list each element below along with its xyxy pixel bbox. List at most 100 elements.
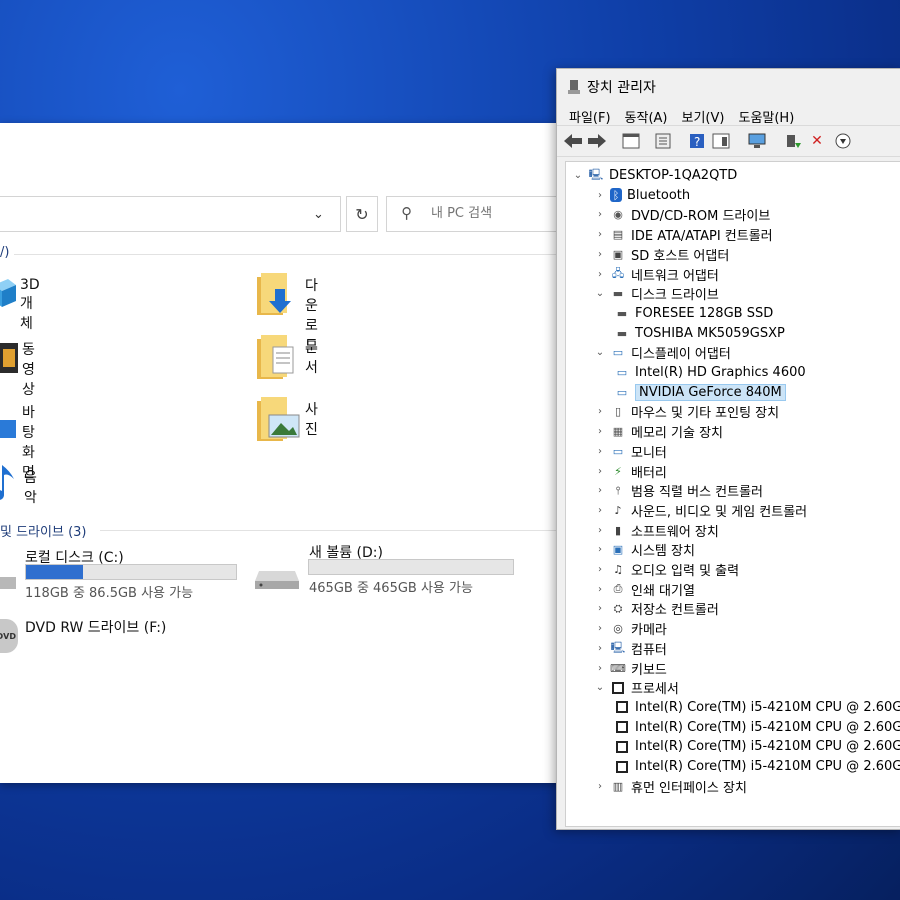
uninstall-x-icon[interactable]: ✕ <box>807 132 827 150</box>
tree-item[interactable]: › ♫ 오디오 입력 및 출력 <box>594 560 739 579</box>
device-manager-window: 장치 관리자 파일(F) 동작(A) 보기(V) 도움말(H) ? ✕ ⌄ 🖳 DE… <box>556 68 900 830</box>
tree-item[interactable]: ▬ TOSHIBA MK5059GSXP <box>614 324 785 343</box>
tree-item-label: Intel(R) Core(TM) i5-4210M CPU @ 2.60GHz <box>635 699 900 715</box>
tree-item[interactable]: › ⛭ 저장소 컨트롤러 <box>594 599 719 619</box>
tree-item[interactable]: › ⫯ 범용 직렬 버스 컨트롤러 <box>594 481 763 501</box>
refresh-button[interactable]: ↻ <box>346 196 378 232</box>
dvd-icon: ◉ <box>613 208 623 222</box>
tree-item[interactable]: ⌄ 프로세서 <box>594 678 679 697</box>
tree-item[interactable]: › ♪ 사운드, 비디오 및 게임 컨트롤러 <box>594 501 807 520</box>
tree-item[interactable]: Intel(R) Core(TM) i5-4210M CPU @ 2.60GHz <box>614 698 900 717</box>
help-icon[interactable]: ? <box>687 132 707 150</box>
battery-icon: ⚡ <box>614 464 622 478</box>
show-hide-console-tree-icon[interactable] <box>621 132 641 150</box>
collapsed-chevron-icon[interactable]: › <box>594 446 606 457</box>
collapsed-chevron-icon[interactable]: › <box>594 190 606 201</box>
tree-item[interactable]: Intel(R) Core(TM) i5-4210M CPU @ 2.60GHz <box>614 718 900 737</box>
collapsed-chevron-icon[interactable]: › <box>594 269 606 280</box>
cpu-chip-shape <box>616 760 628 773</box>
tree-item[interactable]: ⌄ ▬ 디스크 드라이브 <box>594 284 719 303</box>
back-arrow-icon[interactable] <box>563 132 583 150</box>
disable-device-icon[interactable] <box>833 132 853 150</box>
processor-icon <box>610 681 626 695</box>
tree-item[interactable]: › ▮ 소프트웨어 장치 <box>594 521 719 540</box>
address-bar[interactable]: ⌄ <box>0 196 341 232</box>
tree-item-label: 휴먼 인터페이스 장치 <box>631 780 747 796</box>
tree-item[interactable]: › ⎙ 인쇄 대기열 <box>594 580 695 599</box>
tree-item[interactable]: › ▣ 시스템 장치 <box>594 540 695 559</box>
sd-host-icon: ▣ <box>612 247 624 261</box>
drive-usage-bar <box>25 564 237 580</box>
tree-item[interactable]: › ▥ 휴먼 인터페이스 장치 <box>594 777 747 796</box>
tree-item[interactable]: › ᛒ Bluetooth <box>594 186 690 205</box>
collapsed-chevron-icon[interactable]: › <box>594 209 606 220</box>
collapsed-chevron-icon[interactable]: › <box>594 623 606 634</box>
expanded-chevron-icon[interactable]: ⌄ <box>594 682 606 693</box>
cpu-icon <box>614 740 630 754</box>
collapsed-chevron-icon[interactable]: › <box>594 485 606 496</box>
collapsed-chevron-icon[interactable]: › <box>594 643 606 654</box>
tree-item[interactable]: › ▤ IDE ATA/ATAPI 컨트롤러 <box>594 225 773 244</box>
collapsed-chevron-icon[interactable]: › <box>594 406 606 417</box>
scan-hardware-icon[interactable] <box>747 132 767 150</box>
search-input[interactable] <box>431 206 561 221</box>
tree-item[interactable]: › ▭ 모니터 <box>594 442 667 461</box>
menu-file[interactable]: 파일(F) <box>569 107 611 126</box>
menu-help[interactable]: 도움말(H) <box>738 107 794 126</box>
tree-item[interactable]: › ⌨ 키보드 <box>594 659 667 678</box>
drives-section-header[interactable]: 및 드라이브 (3) <box>0 521 86 540</box>
drive-usage-fill <box>26 565 83 579</box>
update-driver-icon[interactable] <box>783 132 803 150</box>
expanded-chevron-icon[interactable]: ⌄ <box>594 347 606 358</box>
tree-item[interactable]: Intel(R) Core(TM) i5-4210M CPU @ 2.60GHz <box>614 757 900 776</box>
menu-bar: 파일(F) 동작(A) 보기(V) 도움말(H) <box>569 107 794 126</box>
collapsed-chevron-icon[interactable]: › <box>594 525 606 536</box>
expanded-chevron-icon[interactable]: ⌄ <box>572 170 584 181</box>
tree-item[interactable]: ⌄ ▭ 디스플레이 어댑터 <box>594 343 731 362</box>
search-box[interactable]: ⚲ <box>386 196 573 232</box>
collapsed-chevron-icon[interactable]: › <box>594 426 606 437</box>
tree-item-label: IDE ATA/ATAPI 컨트롤러 <box>631 229 773 245</box>
collapsed-chevron-icon[interactable]: › <box>594 466 606 477</box>
tree-item-label: 저장소 컨트롤러 <box>631 603 719 619</box>
menu-view[interactable]: 보기(V) <box>682 107 725 126</box>
collapsed-chevron-icon[interactable]: › <box>594 781 606 792</box>
collapsed-chevron-icon[interactable]: › <box>594 584 606 595</box>
collapsed-chevron-icon[interactable]: › <box>594 603 606 614</box>
collapsed-chevron-icon[interactable]: › <box>594 544 606 555</box>
tree-item[interactable]: › ⚡ 배터리 <box>594 462 667 481</box>
tree-item[interactable]: › 🖧 네트워크 어댑터 <box>594 265 719 284</box>
tree-item[interactable]: › ◎ 카메라 <box>594 619 667 638</box>
tree-item[interactable]: › 🖳 컴퓨터 <box>594 639 667 658</box>
desktop-icon <box>0 420 16 438</box>
address-dropdown-chevron-icon[interactable]: ⌄ <box>313 207 324 222</box>
display-adapter-icon: ▭ <box>612 346 624 360</box>
display-icon: ▭ <box>616 385 628 399</box>
folders-section-header[interactable]: /) <box>0 245 9 260</box>
mouse-icon: ▯ <box>614 405 622 419</box>
collapsed-chevron-icon[interactable]: › <box>594 249 606 260</box>
tree-item[interactable]: ⌄ 🖳 DESKTOP-1QA2QTD <box>572 166 737 185</box>
collapsed-chevron-icon[interactable]: › <box>594 564 606 575</box>
tree-item[interactable]: ▭ NVIDIA GeForce 840M <box>614 383 786 402</box>
collapsed-chevron-icon[interactable]: › <box>594 505 606 516</box>
tree-item[interactable]: › ▦ 메모리 기술 장치 <box>594 422 723 441</box>
dvd-badge: DVD <box>0 631 16 641</box>
properties-icon[interactable] <box>653 132 673 150</box>
tree-item-label: DESKTOP-1QA2QTD <box>609 168 738 183</box>
tree-item[interactable]: ▭ Intel(R) HD Graphics 4600 <box>614 363 806 382</box>
device-manager-app-icon <box>568 80 580 94</box>
tree-item[interactable]: › ◉ DVD/CD-ROM 드라이브 <box>594 205 770 224</box>
collapsed-chevron-icon[interactable]: › <box>594 663 606 674</box>
action-pane-icon[interactable] <box>711 132 731 150</box>
disk-drive-icon: ▬ <box>612 287 624 301</box>
tree-item[interactable]: › ▯ 마우스 및 기타 포인팅 장치 <box>594 402 779 421</box>
tree-item[interactable]: Intel(R) Core(TM) i5-4210M CPU @ 2.60GHz <box>614 737 900 756</box>
tree-item[interactable]: ▬ FORESEE 128GB SSD <box>614 304 773 323</box>
menu-action[interactable]: 동작(A) <box>625 107 668 126</box>
forward-arrow-icon[interactable] <box>587 132 607 150</box>
collapsed-chevron-icon[interactable]: › <box>594 229 606 240</box>
expanded-chevron-icon[interactable]: ⌄ <box>594 288 606 299</box>
tree-item-label: 시스템 장치 <box>631 544 695 560</box>
tree-item[interactable]: › ▣ SD 호스트 어댑터 <box>594 245 729 264</box>
